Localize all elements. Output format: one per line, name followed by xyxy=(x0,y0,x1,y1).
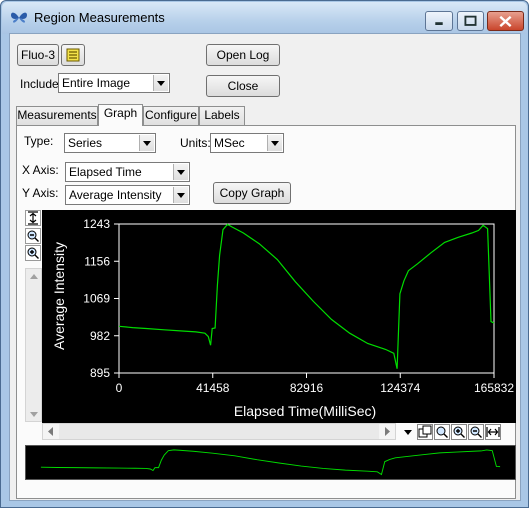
zoom-out-vertical-button[interactable] xyxy=(25,228,41,244)
type-value: Series xyxy=(68,136,103,150)
open-log-button[interactable]: Open Log xyxy=(206,44,280,66)
layers-icon xyxy=(66,48,80,62)
copy-graph-label: Copy Graph xyxy=(219,186,285,200)
y-tick-label: 982 xyxy=(90,329,110,343)
x-tick-label: 165832 xyxy=(474,381,514,395)
scroll-right-arrow[interactable] xyxy=(379,424,395,439)
chevron-down-icon xyxy=(173,187,188,203)
maximize-icon xyxy=(464,15,477,26)
y-tick-label: 1156 xyxy=(84,254,110,268)
x-tick-label: 41458 xyxy=(196,381,230,395)
x-tick-label: 124374 xyxy=(380,381,420,395)
overview-series-line-0 xyxy=(40,449,501,476)
y-axis-label: Average Intensity xyxy=(51,242,67,350)
close-label: Close xyxy=(227,79,259,93)
restore-zoom-button[interactable] xyxy=(417,424,433,440)
channel-button-label: Fluo-3 xyxy=(20,48,55,62)
layers-button[interactable] xyxy=(61,44,85,66)
channel-button[interactable]: Fluo-3 xyxy=(17,44,59,66)
chart-marks: 895 982 1069 1156 1243 0 41458 82916 124374 16583… xyxy=(83,217,514,395)
include-select[interactable]: Entire Image xyxy=(58,73,170,93)
include-value: Entire Image xyxy=(62,76,131,90)
zoom-in-vertical-button[interactable] xyxy=(25,245,41,261)
tab-labels-label: Labels xyxy=(204,108,240,122)
zoom-in-icon xyxy=(453,426,465,438)
scroll-left-arrow[interactable] xyxy=(43,424,59,439)
plot-frame xyxy=(118,223,495,374)
fit-horizontal-button[interactable] xyxy=(485,424,501,440)
tab-configure-label: Configure xyxy=(144,108,198,122)
tab-graph[interactable]: Graph xyxy=(98,104,143,126)
units-select[interactable]: MSec xyxy=(210,133,284,153)
tab-measurements-label: Measurements xyxy=(17,108,97,122)
title-bar[interactable]: Region Measurements xyxy=(2,2,527,34)
minimize-button[interactable] xyxy=(425,11,453,31)
triangle-down-icon xyxy=(404,430,412,435)
region-measurements-window: Region Measurements Fluo-3 Open Log Incl… xyxy=(0,0,529,508)
dropdown-menu-button[interactable] xyxy=(400,424,416,440)
yaxis-label: Y Axis: xyxy=(22,186,59,200)
zoom-out-icon xyxy=(470,426,482,438)
zoom-in-icon xyxy=(27,247,39,259)
intensity-line-chart[interactable]: 895 982 1069 1156 1243 0 41458 82916 124374 16583… xyxy=(42,210,516,423)
zoom-in-horizontal-button[interactable] xyxy=(451,424,467,440)
scroll-up-arrow[interactable] xyxy=(26,269,41,284)
fit-horizontal-icon xyxy=(486,427,500,437)
maximize-button[interactable] xyxy=(457,11,484,31)
copy-graph-button[interactable]: Copy Graph xyxy=(213,182,291,204)
tab-graph-label: Graph xyxy=(103,106,138,120)
close-button[interactable]: Close xyxy=(206,75,280,97)
fit-vertical-button[interactable] xyxy=(25,210,41,226)
client-area: Fluo-3 Open Log Include Entire Image Clo… xyxy=(9,33,521,501)
series-line-0 xyxy=(118,223,495,369)
close-window-button[interactable] xyxy=(487,11,524,31)
minimize-icon xyxy=(435,22,443,25)
zoom-out-horizontal-button[interactable] xyxy=(468,424,484,440)
yaxis-value: Average Intensity xyxy=(69,188,162,202)
chevron-left-icon xyxy=(48,427,53,436)
type-label: Type: xyxy=(24,134,54,148)
x-tick-label: 0 xyxy=(116,381,123,395)
chevron-down-icon xyxy=(139,135,154,151)
magnifier-icon xyxy=(436,426,448,438)
xaxis-select[interactable]: Elapsed Time xyxy=(65,162,190,182)
tab-labels[interactable]: Labels xyxy=(199,106,245,125)
butterfly-icon xyxy=(11,12,27,23)
chevron-down-icon xyxy=(173,164,188,180)
restore-zoom-icon xyxy=(418,425,432,438)
tab-configure[interactable]: Configure xyxy=(143,106,199,125)
horizontal-scrollbar[interactable] xyxy=(42,423,396,440)
scroll-down-arrow[interactable] xyxy=(26,406,41,421)
y-tick-label: 1069 xyxy=(83,292,110,306)
include-label: Include xyxy=(20,77,59,91)
units-label: Units: xyxy=(180,136,211,150)
x-tick-label: 82916 xyxy=(290,381,324,395)
chevron-right-icon xyxy=(385,427,390,436)
zoom-out-icon xyxy=(27,230,39,242)
chevron-down-icon xyxy=(267,135,282,151)
yaxis-select[interactable]: Average Intensity xyxy=(65,185,190,205)
type-select[interactable]: Series xyxy=(64,133,156,153)
close-icon xyxy=(499,15,512,28)
overview-strip[interactable] xyxy=(25,445,516,480)
window-title: Region Measurements xyxy=(34,10,165,25)
fit-vertical-icon xyxy=(28,211,38,225)
xaxis-value: Elapsed Time xyxy=(69,165,142,179)
y-tick-label: 1243 xyxy=(83,217,110,231)
overview-marks xyxy=(40,449,501,476)
open-log-label: Open Log xyxy=(216,48,270,62)
xaxis-label: X Axis: xyxy=(22,163,59,177)
zoom-button[interactable] xyxy=(434,424,450,440)
tab-measurements[interactable]: Measurements xyxy=(16,106,98,125)
units-value: MSec xyxy=(214,136,245,150)
x-axis-label: Elapsed Time(MilliSec) xyxy=(234,403,376,419)
chevron-down-icon xyxy=(153,75,168,91)
vertical-scrollbar[interactable] xyxy=(25,268,42,422)
y-tick-label: 895 xyxy=(90,366,110,380)
